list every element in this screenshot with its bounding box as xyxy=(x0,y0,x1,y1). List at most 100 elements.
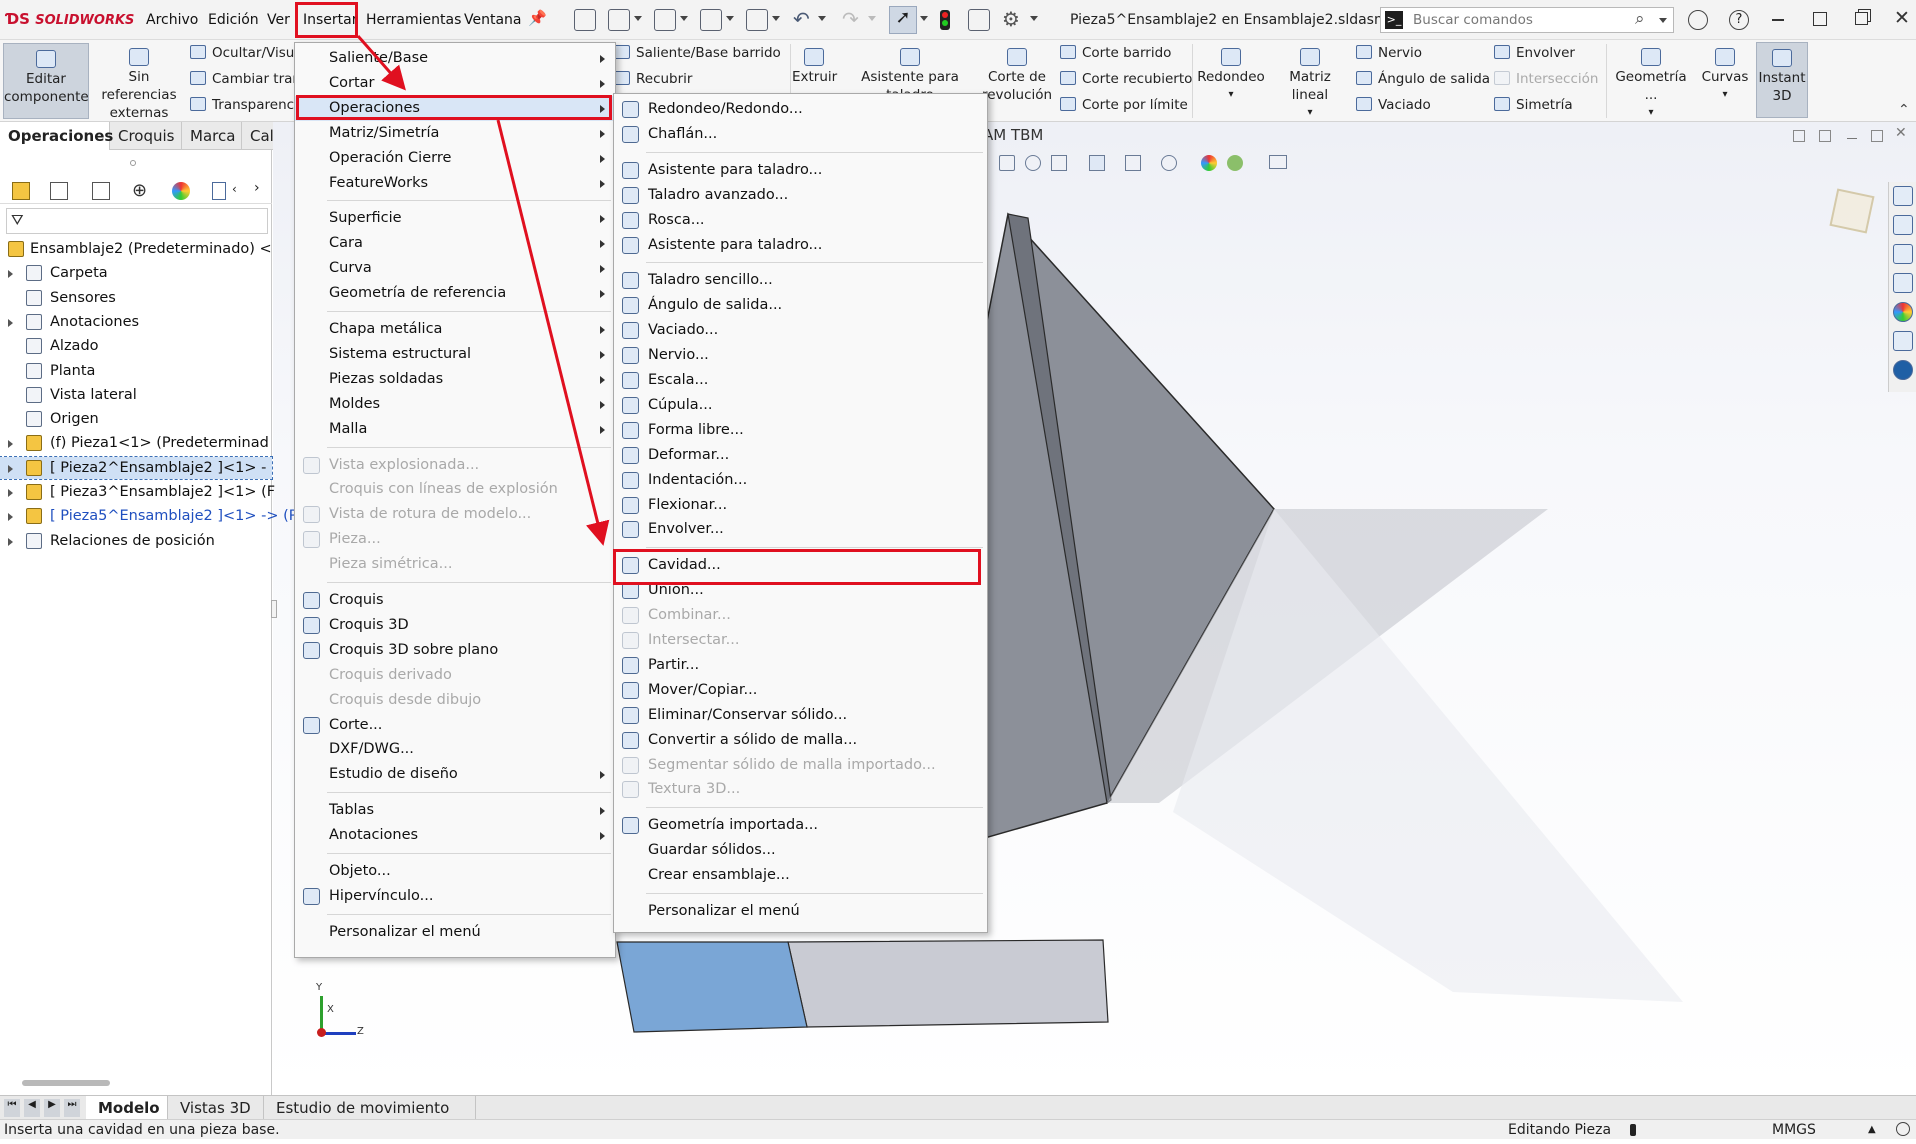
fillet-button[interactable]: Redondeo ▾ xyxy=(1196,46,1266,104)
search-dropdown-icon[interactable] xyxy=(1659,18,1667,23)
file-explorer-icon[interactable] xyxy=(1893,244,1913,264)
linear-pattern-button[interactable]: Matriz lineal ▾ xyxy=(1270,46,1350,122)
tree-item-vista-lateral[interactable]: Vista lateral xyxy=(0,384,272,406)
operaciones-item-escala[interactable]: Escala... xyxy=(614,368,987,393)
expand-arrow-icon[interactable] xyxy=(8,440,13,449)
operaciones-item-envolver[interactable]: Envolver... xyxy=(614,517,987,542)
expand-arrow-icon[interactable] xyxy=(8,513,13,522)
undo-dropdown-icon[interactable] xyxy=(818,16,826,21)
loft-button[interactable]: Recubrir xyxy=(614,68,692,90)
first-tab-icon[interactable]: ⏮ xyxy=(4,1099,20,1117)
design-library-icon[interactable] xyxy=(1893,215,1913,235)
tree-item-origen[interactable]: Origen xyxy=(0,408,272,430)
command-search-box[interactable]: >_ Buscar comandos ⌕ xyxy=(1380,7,1674,33)
expand-arrow-icon[interactable] xyxy=(8,464,13,473)
save-icon[interactable] xyxy=(700,9,722,31)
display-manager-tab-icon[interactable] xyxy=(172,182,190,200)
insert-menu-item-tablas[interactable]: Tablas xyxy=(295,798,615,823)
help-icon[interactable]: ? xyxy=(1729,10,1749,30)
insert-menu-item-cara[interactable]: Cara xyxy=(295,231,615,256)
operaciones-item-asistente-para-taladro[interactable]: Asistente para taladro... xyxy=(614,158,987,183)
select-cursor-icon[interactable]: ➚ xyxy=(889,6,917,34)
operaciones-item-union[interactable]: Unión... xyxy=(614,578,987,603)
home-icon[interactable] xyxy=(574,9,596,31)
minimize-icon[interactable] xyxy=(1772,19,1784,21)
view-palette-icon[interactable] xyxy=(1893,273,1913,293)
operaciones-item-asistente-para-taladro[interactable]: Asistente para taladro... xyxy=(614,233,987,258)
insert-menu-item-estudio-de-diseno[interactable]: Estudio de diseño xyxy=(295,762,615,787)
tab-estudio-movimiento-1[interactable]: Estudio de movimiento 1 xyxy=(264,1096,476,1141)
expand-arrow-icon[interactable] xyxy=(8,489,13,497)
revolve-cut-button[interactable]: Corte de revolución xyxy=(982,46,1052,104)
solidworks-logo[interactable]: ƊS SOLIDWORKS xyxy=(6,10,134,28)
tree-item-anotaciones[interactable]: Anotaciones xyxy=(0,311,272,333)
insert-menu-item-operacion-cierre[interactable]: Operación Cierre xyxy=(295,146,615,171)
reference-geometry-button[interactable]: Geometría ... ▾ xyxy=(1610,46,1692,122)
curves-dropdown-icon[interactable]: ▾ xyxy=(1694,86,1756,104)
operaciones-item-taladro-avanzado[interactable]: Taladro avanzado... xyxy=(614,183,987,208)
solidworks-forum-icon[interactable] xyxy=(1893,360,1913,380)
file-properties-icon[interactable] xyxy=(968,9,990,31)
rebuild-traffic-light-icon[interactable] xyxy=(940,10,950,30)
status-units[interactable]: MMGS xyxy=(1772,1120,1816,1140)
menu-edicion[interactable]: Edición xyxy=(208,12,259,28)
operaciones-item-taladro-sencillo[interactable]: Taladro sencillo... xyxy=(614,268,987,293)
collapse-ribbon-icon[interactable]: ⌃ xyxy=(1898,102,1910,118)
model-bottom-grey-face[interactable] xyxy=(787,939,1109,1028)
insert-menu-item-corte[interactable]: Corte... xyxy=(295,713,615,738)
close-icon[interactable]: ✕ xyxy=(1894,7,1910,29)
swept-cut-button[interactable]: Corte barrido xyxy=(1060,42,1171,64)
insert-menu-item-geometria-de-referencia[interactable]: Geometría de referencia xyxy=(295,281,615,306)
tile-windows-icon[interactable] xyxy=(1813,12,1827,26)
instant3d-button[interactable]: Instant 3D xyxy=(1756,42,1808,118)
mirror-button[interactable]: Simetría xyxy=(1494,94,1573,116)
operaciones-item-partir[interactable]: Partir... xyxy=(614,653,987,678)
status-bar-settings-icon[interactable] xyxy=(1896,1122,1910,1136)
draft-button[interactable]: Ángulo de salida xyxy=(1356,68,1490,90)
tab-navigation-arrows[interactable]: ⏮ ◀ ▶ ⏭ xyxy=(2,1099,88,1117)
insert-menu-item-cortar[interactable]: Cortar xyxy=(295,71,615,96)
linear-pattern-dropdown-icon[interactable]: ▾ xyxy=(1270,104,1350,122)
insert-menu-item-personalizar-el-menu[interactable]: Personalizar el menú xyxy=(295,920,615,945)
operaciones-item-redondeo-redondo[interactable]: Redondeo/Redondo... xyxy=(614,97,987,122)
tree-item-alzado[interactable]: Alzado xyxy=(0,335,272,357)
operaciones-item-eliminar-conservar-solido[interactable]: Eliminar/Conservar sólido... xyxy=(614,703,987,728)
options-dropdown-icon[interactable] xyxy=(1030,16,1038,21)
search-icon[interactable]: ⌕ xyxy=(1635,9,1645,29)
redo-icon[interactable]: ↷ xyxy=(842,7,859,31)
units-dropdown-icon[interactable]: ▲ xyxy=(1868,1120,1876,1140)
insert-menu-item-chapa-metalica[interactable]: Chapa metálica xyxy=(295,317,615,342)
insert-menu-item-croquis[interactable]: Croquis xyxy=(295,588,615,613)
insert-menu-item-matriz-simetria[interactable]: Matriz/Simetría xyxy=(295,121,615,146)
no-external-refs-button[interactable]: Sin referencias externas xyxy=(94,46,184,122)
operaciones-item-chaflan[interactable]: Chaflán... xyxy=(614,122,987,147)
tab-croquis[interactable]: Croquis xyxy=(110,122,182,150)
menu-archivo[interactable]: Archivo xyxy=(146,12,198,28)
operaciones-item-angulo-de-salida[interactable]: Ángulo de salida... xyxy=(614,293,987,318)
insert-menu-item-curva[interactable]: Curva xyxy=(295,256,615,281)
dimxpert-tab-icon[interactable]: ⊕ xyxy=(132,180,147,201)
lofted-cut-button[interactable]: Corte recubierto xyxy=(1060,68,1192,90)
menu-herramientas[interactable]: Herramientas xyxy=(366,12,461,28)
filter-box[interactable]: ⛛ xyxy=(6,208,268,234)
expand-arrow-icon[interactable] xyxy=(8,318,13,327)
reference-geometry-dropdown-icon[interactable]: ▾ xyxy=(1610,104,1692,122)
operaciones-item-cupula[interactable]: Cúpula... xyxy=(614,393,987,418)
tab-vistas-3d[interactable]: Vistas 3D xyxy=(168,1096,264,1120)
swept-boss-button[interactable]: Saliente/Base barrido xyxy=(614,42,781,64)
next-tab-icon[interactable]: ▶ xyxy=(44,1099,60,1117)
last-tab-icon[interactable]: ⏭ xyxy=(64,1099,80,1117)
new-dropdown-icon[interactable] xyxy=(634,16,642,21)
hide-show-button[interactable]: Ocultar/Visu xyxy=(190,42,294,64)
tab-operaciones[interactable]: Operaciones xyxy=(0,122,113,150)
extrude-button[interactable]: Extruir xyxy=(792,46,837,86)
operaciones-item-deformar[interactable]: Deformar... xyxy=(614,443,987,468)
tab-scroll-left-icon[interactable]: ‹ xyxy=(232,182,237,196)
edit-component-button[interactable]: Editar componente xyxy=(3,43,89,119)
shell-button[interactable]: Vaciado xyxy=(1356,94,1431,116)
panel-splitter-handle[interactable] xyxy=(271,600,277,618)
insert-menu-item-featureworks[interactable]: FeatureWorks xyxy=(295,171,615,196)
rebuild-status-icon[interactable] xyxy=(1630,1124,1636,1136)
insert-menu-item-superficie[interactable]: Superficie xyxy=(295,206,615,231)
operaciones-item-convertir-a-solido-de-malla[interactable]: Convertir a sólido de malla... xyxy=(614,728,987,753)
